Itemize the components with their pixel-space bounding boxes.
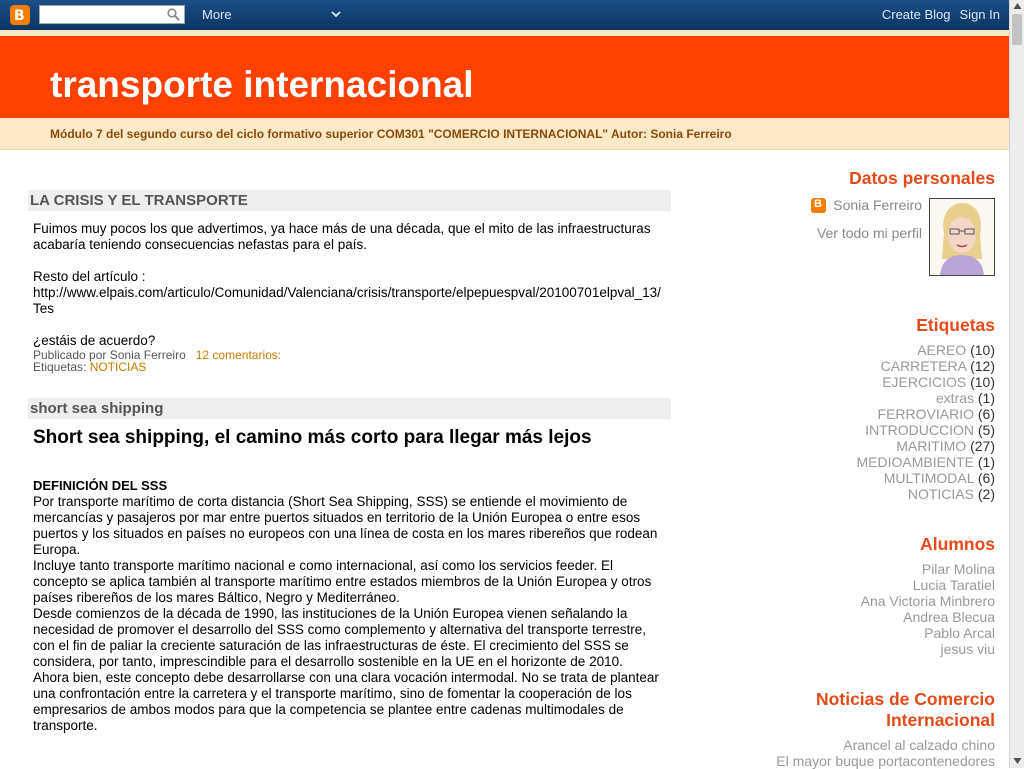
profile-widget: B Sonia Ferreiro Ver todo mi perfil xyxy=(700,168,995,278)
blog-title[interactable]: transporte internacional xyxy=(50,64,474,106)
blog-description: Módulo 7 del segundo curso del ciclo for… xyxy=(50,127,732,141)
page-scrollbar[interactable] xyxy=(1009,0,1024,768)
post-paragraph: Incluye tanto transporte marítimo nacion… xyxy=(33,558,652,605)
post-paragraph: Por transporte marítimo de corta distanc… xyxy=(33,494,658,557)
label-item[interactable]: INTRODUCCION (5) xyxy=(700,422,995,438)
label-item[interactable]: AEREO (10) xyxy=(700,342,995,358)
blogger-navbar: B More Create Blog Sign In xyxy=(0,0,1009,30)
chevron-down-icon[interactable] xyxy=(330,9,342,19)
post-title[interactable]: Short sea shipping, el camino más corto … xyxy=(33,427,666,449)
noticias-list: Arancel al calzado chino El mayor buque … xyxy=(700,737,995,769)
post-body: Fuimos muy pocos los que advertimos, ya … xyxy=(28,211,671,373)
blogger-logo-letter: B xyxy=(14,8,25,24)
create-blog-link[interactable]: Create Blog xyxy=(882,7,951,22)
navbar-more-menu[interactable]: More xyxy=(202,7,232,22)
search-icon[interactable] xyxy=(167,8,180,21)
post-paragraph: Ahora bien, este concepto debe desarroll… xyxy=(33,670,659,733)
labels-prefix: Etiquetas: xyxy=(33,360,87,374)
post-question: ¿estáis de acuerdo? xyxy=(33,333,156,348)
sign-in-link[interactable]: Sign In xyxy=(960,7,1000,22)
post-footer: Publicado por Sonia Ferreiro 12 comentari… xyxy=(33,349,666,373)
main-column: LA CRISIS Y EL TRANSPORTE Fuimos muy poc… xyxy=(28,190,671,734)
label-item[interactable]: MARITIMO (27) xyxy=(700,438,995,454)
sidebar: Datos personales B Sonia Ferreiro Ver to… xyxy=(700,168,995,769)
blogger-logo-icon[interactable]: B xyxy=(10,5,30,25)
profile-name-link[interactable]: Sonia Ferreiro xyxy=(833,197,922,213)
post-heading: short sea shipping xyxy=(28,398,671,419)
label-item[interactable]: FERROVIARIO (6) xyxy=(700,406,995,422)
post-url: http://www.elpais.com/articulo/Comunidad… xyxy=(33,285,661,316)
alumnos-list: Pilar Molina Lucia Taratiel Ana Victoria… xyxy=(700,561,995,657)
post-paragraph: Resto del artículo : xyxy=(33,269,146,284)
label-item[interactable]: NOTICIAS (2) xyxy=(700,486,995,502)
alumno-link[interactable]: Pablo Arcal xyxy=(700,625,995,641)
label-item[interactable]: MULTIMODAL (6) xyxy=(700,470,995,486)
navbar-search-box xyxy=(39,5,185,24)
post-heading: LA CRISIS Y EL TRANSPORTE xyxy=(28,190,671,211)
navbar-right-links: Create Blog Sign In xyxy=(882,7,1009,22)
comments-link[interactable]: 12 comentarios: xyxy=(196,348,281,362)
label-item[interactable]: MEDIOAMBIENTE (1) xyxy=(700,454,995,470)
alumnos-heading: Alumnos xyxy=(920,534,995,554)
noticia-link[interactable]: El mayor buque portacontenedores xyxy=(700,753,995,769)
scroll-up-arrow-icon[interactable] xyxy=(1013,2,1022,10)
blogger-profile-icon: B xyxy=(811,198,826,213)
alumno-link[interactable]: Ana Victoria Minbrero xyxy=(700,593,995,609)
blog-header: transporte internacional xyxy=(0,36,1009,118)
alumno-link[interactable]: Pilar Molina xyxy=(700,561,995,577)
scroll-down-arrow-icon[interactable] xyxy=(1013,757,1022,765)
post-paragraph: Desde comienzos de la década de 1990, la… xyxy=(33,606,647,669)
labels-list: AEREO (10) CARRETERA (12) EJERCICIOS (10… xyxy=(700,342,995,502)
post-subheading: DEFINICIÓN DEL SSS xyxy=(33,478,168,493)
alumno-link[interactable]: Lucia Taratiel xyxy=(700,577,995,593)
post-label-link[interactable]: NOTICIAS xyxy=(90,360,147,374)
navbar-search-input[interactable] xyxy=(43,7,163,23)
label-item[interactable]: CARRETERA (12) xyxy=(700,358,995,374)
view-profile-link[interactable]: Ver todo mi perfil xyxy=(817,225,922,241)
labels-heading: Etiquetas xyxy=(916,315,995,335)
scrollbar-thumb[interactable] xyxy=(1012,14,1022,45)
avatar-portrait-icon xyxy=(930,199,994,275)
post-body: Short sea shipping, el camino más corto … xyxy=(28,419,671,734)
noticia-link[interactable]: Arancel al calzado chino xyxy=(700,737,995,753)
blog-description-bar: Módulo 7 del segundo curso del ciclo for… xyxy=(0,118,1009,150)
noticias-heading: Noticias de Comercio Internacional xyxy=(816,689,995,730)
alumno-link[interactable]: jesus viu xyxy=(700,641,995,657)
alumno-link[interactable]: Andrea Blecua xyxy=(700,609,995,625)
profile-avatar[interactable] xyxy=(929,198,995,276)
label-item[interactable]: extras (1) xyxy=(700,390,995,406)
label-item[interactable]: EJERCICIOS (10) xyxy=(700,374,995,390)
post-paragraph: Fuimos muy pocos los que advertimos, ya … xyxy=(33,221,651,252)
